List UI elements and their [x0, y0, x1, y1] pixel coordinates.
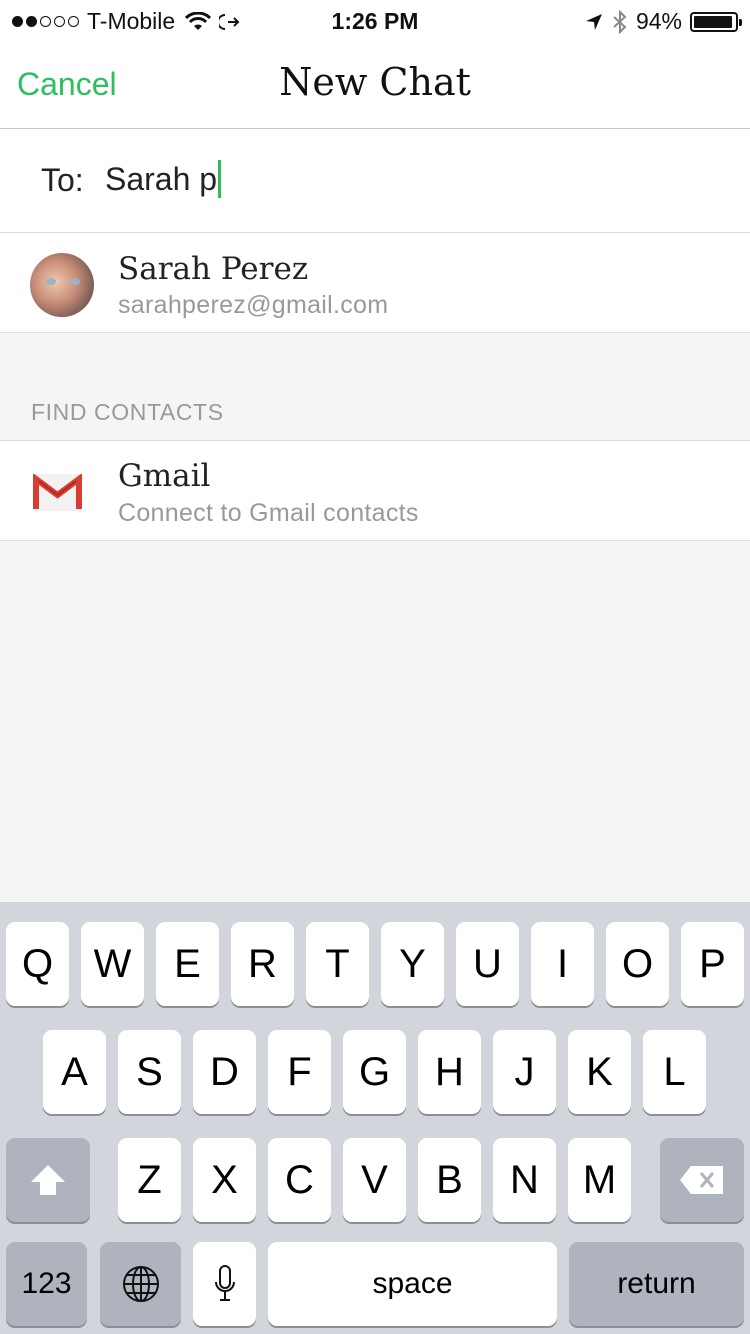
- key-k[interactable]: K: [568, 1030, 631, 1114]
- location-arrow-icon: [585, 13, 602, 30]
- battery-level-fill: [694, 15, 732, 28]
- key-t[interactable]: T: [306, 922, 369, 1006]
- recipient-row: To: Sarah p: [0, 129, 750, 233]
- return-key[interactable]: return: [569, 1242, 744, 1326]
- key-y[interactable]: Y: [381, 922, 444, 1006]
- key-x[interactable]: X: [193, 1138, 256, 1222]
- avatar: [30, 253, 94, 317]
- battery-icon: [690, 11, 742, 32]
- key-j[interactable]: J: [493, 1030, 556, 1114]
- keyboard: 123 space return QWERTYUIOP ASDFGHJKL ZXCV…: [0, 902, 750, 1334]
- backspace-icon: [680, 1166, 723, 1194]
- globe-icon: [122, 1266, 159, 1302]
- key-w[interactable]: W: [81, 922, 144, 1006]
- gmail-connect-row[interactable]: Gmail Connect to Gmail contacts: [0, 440, 750, 541]
- microphone-key[interactable]: [193, 1242, 256, 1326]
- to-label: To:: [41, 162, 84, 198]
- key-u[interactable]: U: [456, 922, 519, 1006]
- key-p[interactable]: P: [681, 922, 744, 1006]
- key-d[interactable]: D: [193, 1030, 256, 1114]
- avatar-detail: [70, 278, 80, 285]
- numbers-key[interactable]: 123: [6, 1242, 87, 1326]
- key-v[interactable]: V: [343, 1138, 406, 1222]
- page-title: New Chat: [279, 60, 471, 104]
- key-f[interactable]: F: [268, 1030, 331, 1114]
- recipient-input[interactable]: Sarah p: [105, 155, 705, 203]
- status-right: 94%: [584, 8, 742, 35]
- key-h[interactable]: H: [418, 1030, 481, 1114]
- globe-key[interactable]: [100, 1242, 181, 1326]
- recipient-input-value: Sarah p: [105, 160, 218, 197]
- key-n[interactable]: N: [493, 1138, 556, 1222]
- key-m[interactable]: M: [568, 1138, 631, 1222]
- key-a[interactable]: A: [43, 1030, 106, 1114]
- key-c[interactable]: C: [268, 1138, 331, 1222]
- gmail-icon: [33, 474, 82, 511]
- backspace-key[interactable]: [660, 1138, 744, 1222]
- find-contacts-header: FIND CONTACTS: [31, 399, 224, 425]
- contact-email: sarahperez@gmail.com: [118, 291, 389, 319]
- shift-key[interactable]: [6, 1138, 90, 1222]
- key-r[interactable]: R: [231, 922, 294, 1006]
- contact-suggestion-row[interactable]: Sarah Perez sarahperez@gmail.com: [0, 233, 750, 333]
- gmail-subtitle: Connect to Gmail contacts: [118, 499, 419, 527]
- text-caret: [218, 160, 222, 198]
- key-q[interactable]: Q: [6, 922, 69, 1006]
- battery-percent: 94%: [635, 8, 682, 34]
- shift-arrow-icon: [31, 1165, 65, 1195]
- key-o[interactable]: O: [606, 922, 669, 1006]
- key-z[interactable]: Z: [118, 1138, 181, 1222]
- key-g[interactable]: G: [343, 1030, 406, 1114]
- avatar-detail: [46, 278, 56, 285]
- key-e[interactable]: E: [156, 922, 219, 1006]
- key-l[interactable]: L: [643, 1030, 706, 1114]
- key-i[interactable]: I: [531, 922, 594, 1006]
- gmail-title: Gmail: [118, 458, 211, 494]
- space-key[interactable]: space: [268, 1242, 557, 1326]
- microphone-icon: [214, 1265, 235, 1301]
- contact-name: Sarah Perez: [118, 251, 309, 287]
- nav-bar: Cancel New Chat: [0, 40, 750, 129]
- key-b[interactable]: B: [418, 1138, 481, 1222]
- key-s[interactable]: S: [118, 1030, 181, 1114]
- status-bar: T-Mobile 1:26 PM 94%: [0, 0, 750, 40]
- bluetooth-icon: [613, 9, 627, 34]
